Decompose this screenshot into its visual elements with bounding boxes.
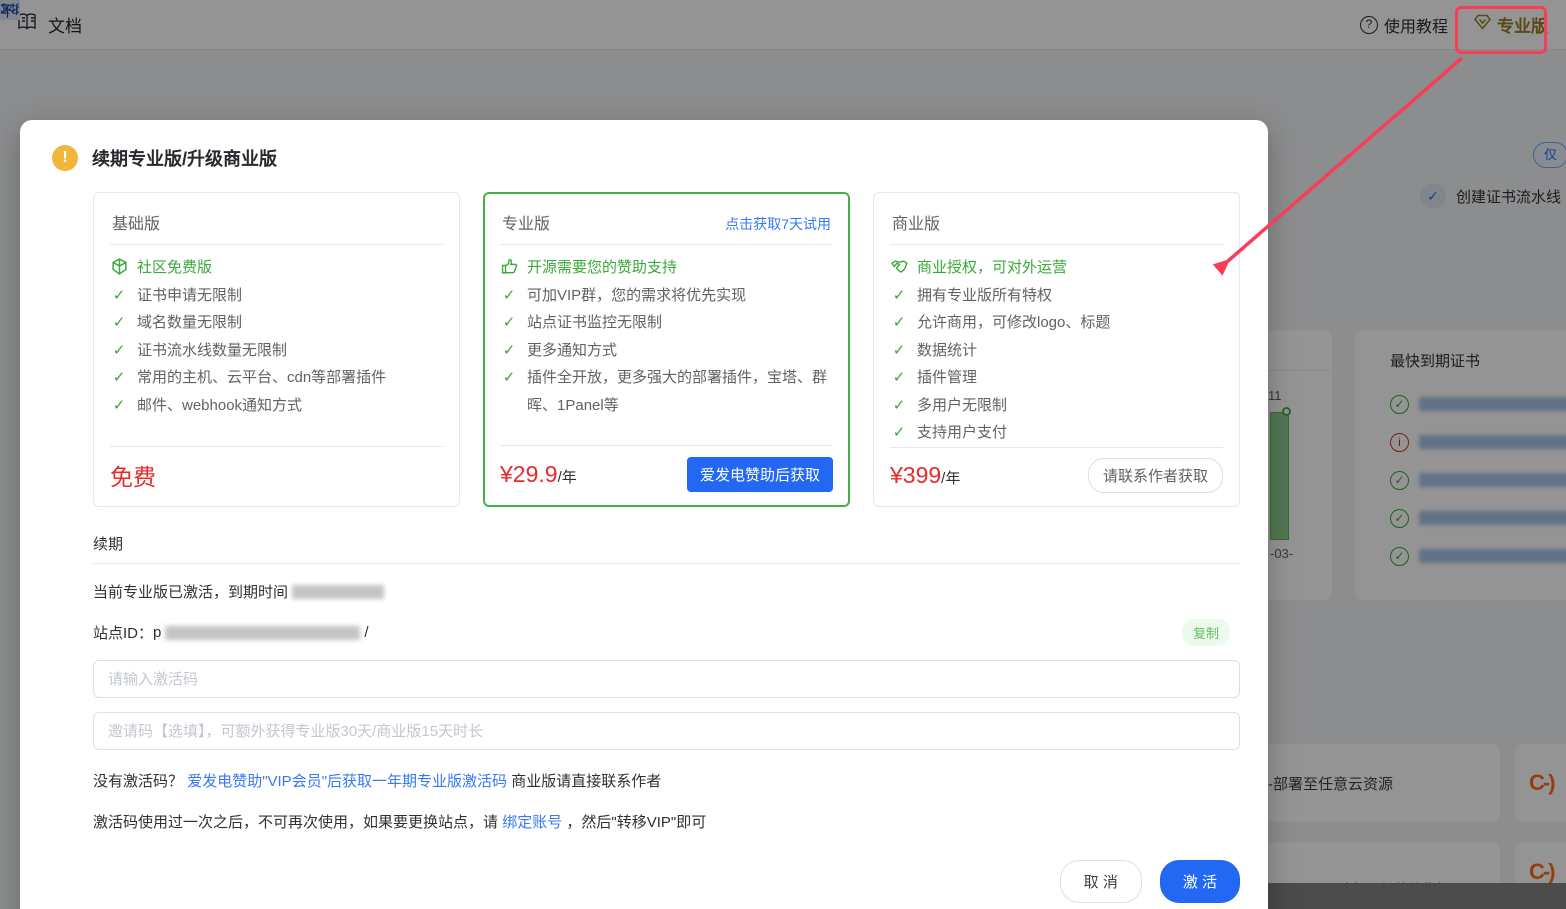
plan-card-basic: 基础版 社区免费版 ✓ 证书申请无限制 ✓ 域名数量无限制 ✓ 证书流水线数量无限制 …: [93, 192, 460, 507]
plan-feature: ✓ 数据统计: [892, 341, 978, 359]
renew-section-title: 续期: [93, 533, 1240, 564]
bind-account-link[interactable]: 绑定账号: [502, 814, 562, 831]
plan-name: 基础版: [112, 216, 161, 233]
invite-code-input[interactable]: [93, 712, 1240, 750]
plan-feature: ✓ 域名数量无限制: [112, 314, 243, 331]
plan-feature: ✓ 证书流水线数量无限制: [112, 341, 288, 359]
activation-code-input[interactable]: [93, 660, 1240, 698]
plan-feature: ✓ 多用户无限制: [892, 396, 1008, 414]
plan-feature: ✓ 支持用户支付: [892, 424, 1008, 441]
cancel-button[interactable]: 取 消: [1059, 860, 1142, 903]
copy-button[interactable]: 复制: [1181, 619, 1230, 646]
modal-title: 续期专业版/升级商业版: [92, 149, 277, 169]
site-id-line: 站点ID： p / 复制: [93, 619, 1240, 646]
plan-feature: ✓ 更多通知方式: [502, 341, 618, 359]
plan-name: 专业版: [502, 216, 551, 233]
plan-feature: ✓ 可加VIP群，您的需求将优先实现: [502, 286, 747, 304]
code-usage-note-line: 激活码使用过一次之后，不可再次使用，如果要更换站点，请 绑定账号 ，然后"转移V…: [93, 814, 707, 831]
sponsor-get-button[interactable]: 爱发电赞助后获取: [686, 457, 833, 492]
thumbs-up-icon: [500, 254, 518, 282]
plan-price-per: /年: [557, 469, 577, 486]
plan-headline: 开源需要您的赞助支持: [500, 254, 833, 282]
plan-price: 免费: [110, 464, 156, 490]
plan-headline: 社区免费版: [110, 254, 443, 282]
warning-icon: !: [52, 145, 78, 171]
plan-price: ¥399: [890, 461, 942, 488]
blurred-site-id: [165, 625, 361, 640]
plan-cards-row: 基础版 社区免费版 ✓ 证书申请无限制 ✓ 域名数量无限制 ✓ 证书流水线数量无限制 …: [93, 192, 1240, 507]
plan-card-business: 商业版 商业授权，可对外运营 ✓ 拥有专业版所有特权 ✓ 允许商用，可修改logo、…: [873, 192, 1240, 507]
sponsor-vip-link[interactable]: 爱发电赞助"VIP会员"后获取一年期专业版激活码: [187, 773, 507, 790]
plan-feature: ✓ 证书申请无限制: [112, 286, 243, 304]
box-icon: [110, 254, 128, 282]
blurred-expiry-date: [292, 584, 385, 599]
plan-feature: ✓ 插件管理: [892, 369, 978, 386]
plan-price-per: /年: [941, 469, 961, 487]
plan-feature: ✓ 常用的主机、云平台、cdn等部署插件: [112, 369, 387, 386]
no-code-help-line: 没有激活码？ 爱发电赞助"VIP会员"后获取一年期专业版激活码 商业版请直接联系…: [93, 773, 662, 790]
plan-feature: ✓ 邮件、webhook通知方式: [112, 396, 303, 414]
plan-feature: ✓ 拥有专业版所有特权: [892, 286, 1053, 304]
plan-card-pro: 专业版 点击获取7天试用 开源需要您的赞助支持 ✓ 可加VIP群，您的需求将优先实…: [483, 192, 850, 507]
plan-feature: ✓ 站点证书监控无限制: [502, 314, 663, 331]
activate-button[interactable]: 激 活: [1159, 860, 1240, 903]
activation-status-line: 当前专业版已激活，到期时间: [93, 581, 1240, 602]
trial-link[interactable]: 点击获取7天试用: [725, 214, 831, 234]
plan-headline: 商业授权，可对外运营: [890, 254, 1223, 282]
renew-section: 续期 当前专业版已激活，到期时间 站点ID： p / 复制 没有激活码？ 爱发电…: [93, 533, 1240, 832]
contact-author-button[interactable]: 请联系作者获取: [1087, 457, 1223, 493]
plan-name: 商业版: [892, 216, 941, 233]
plan-feature: ✓ 插件全开放，更多强大的部署插件，宝塔、群晖、1Panel等: [502, 369, 828, 414]
plan-feature: ✓ 允许商用，可修改logo、标题: [892, 314, 1111, 331]
plan-price: ¥29.9: [500, 461, 558, 487]
upgrade-modal: ! 续期专业版/升级商业版 基础版 社区免费版 ✓ 证书申请无限制 ✓ 域名数量无限…: [20, 120, 1268, 909]
handshake-icon: [890, 254, 908, 282]
